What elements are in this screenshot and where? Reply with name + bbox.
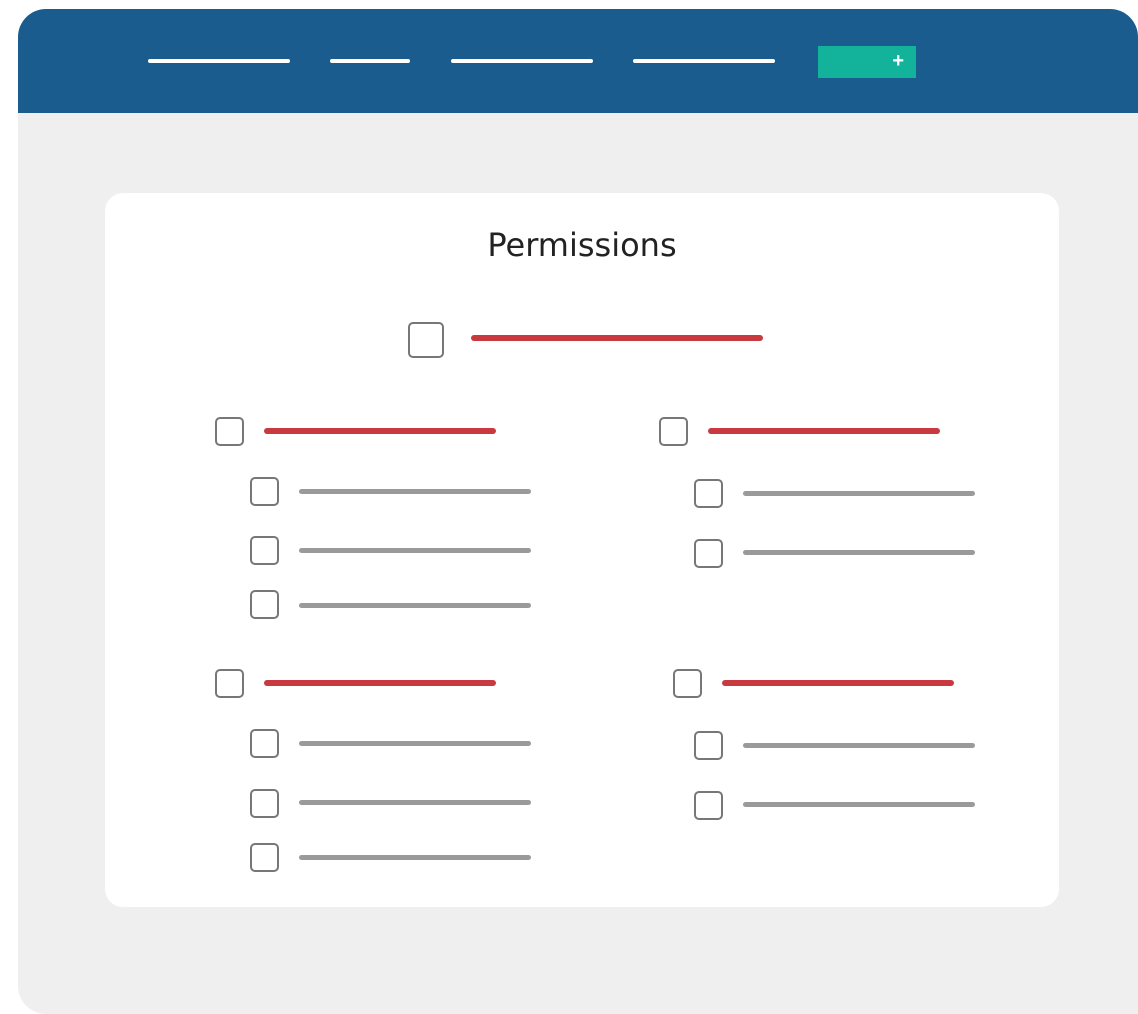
add-button[interactable]: + — [818, 46, 916, 78]
top-navigation-bar: + — [18, 9, 1138, 113]
group-1-item-3-label — [299, 603, 531, 608]
group-4-item-1-label — [743, 743, 975, 748]
group-1-item-3-checkbox[interactable] — [250, 590, 279, 619]
nav-item-2[interactable] — [330, 59, 410, 63]
group-2-item-2-checkbox[interactable] — [694, 539, 723, 568]
group-2-checkbox[interactable] — [659, 417, 688, 446]
group-1-item-1-label — [299, 489, 531, 494]
group-2-item-1-label — [743, 491, 975, 496]
page-title: Permissions — [487, 226, 677, 264]
group-4-checkbox[interactable] — [673, 669, 702, 698]
group-1-item-1-checkbox[interactable] — [250, 477, 279, 506]
group-3-item-1-checkbox[interactable] — [250, 729, 279, 758]
group-3-label — [264, 680, 496, 686]
group-1-checkbox[interactable] — [215, 417, 244, 446]
nav-item-1[interactable] — [148, 59, 290, 63]
group-3-item-2-checkbox[interactable] — [250, 789, 279, 818]
group-3-item-3-label — [299, 855, 531, 860]
group-1-item-2-checkbox[interactable] — [250, 536, 279, 565]
plus-icon: + — [892, 50, 904, 72]
group-1-item-2-label — [299, 548, 531, 553]
nav-item-4[interactable] — [633, 59, 775, 63]
group-2-item-1-checkbox[interactable] — [694, 479, 723, 508]
group-2-item-2-label — [743, 550, 975, 555]
group-4-item-2-label — [743, 802, 975, 807]
permissions-card: Permissions — [105, 193, 1059, 907]
select-all-checkbox[interactable] — [408, 322, 444, 358]
group-4-item-1-checkbox[interactable] — [694, 731, 723, 760]
group-4-label — [722, 680, 954, 686]
group-3-checkbox[interactable] — [215, 669, 244, 698]
group-3-item-2-label — [299, 800, 531, 805]
nav-item-3[interactable] — [451, 59, 593, 63]
select-all-label — [471, 335, 763, 341]
group-1-label — [264, 428, 496, 434]
group-3-item-1-label — [299, 741, 531, 746]
app-window: + Permissions — [18, 9, 1138, 1014]
group-2-label — [708, 428, 940, 434]
group-3-item-3-checkbox[interactable] — [250, 843, 279, 872]
group-4-item-2-checkbox[interactable] — [694, 791, 723, 820]
